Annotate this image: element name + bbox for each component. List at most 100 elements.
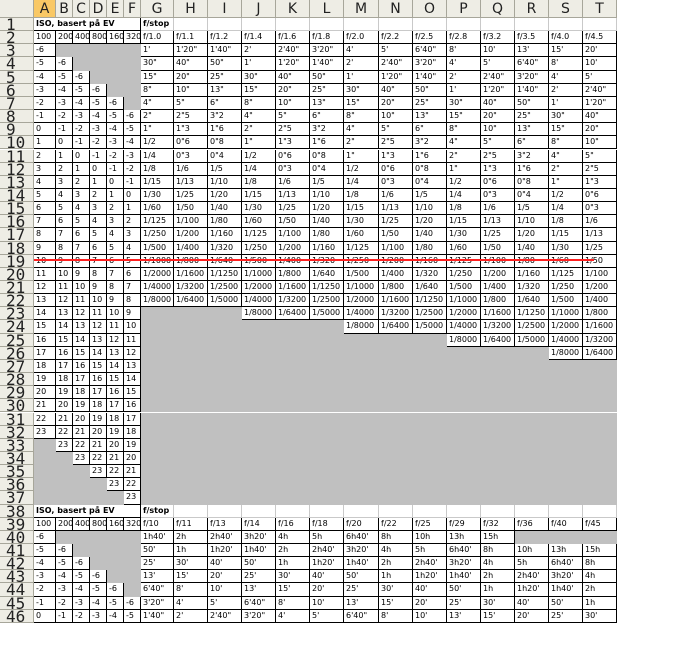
shutter-value[interactable]: 5" — [276, 110, 310, 124]
empty-cell[interactable] — [310, 438, 344, 452]
ev-value[interactable]: 12 — [124, 346, 141, 360]
shutter-value[interactable]: 1" — [447, 162, 481, 176]
ev-value[interactable]: 19 — [90, 412, 107, 426]
empty-cell[interactable] — [344, 412, 379, 426]
shutter-value[interactable]: 5' — [583, 70, 617, 84]
row-header-23[interactable]: 23 — [0, 307, 34, 321]
shutter-value[interactable]: 20' — [310, 583, 344, 597]
shutter-value[interactable]: 10' — [583, 57, 617, 71]
empty-cell[interactable] — [310, 465, 344, 479]
empty-cell[interactable] — [90, 530, 107, 544]
empty-cell[interactable] — [344, 451, 379, 466]
shutter-value[interactable]: 6'40" — [242, 596, 276, 610]
empty-cell[interactable] — [447, 491, 481, 505]
shutter-value[interactable]: 1/40 — [310, 215, 344, 229]
shutter-value[interactable]: 1" — [344, 149, 379, 163]
fstop-value[interactable]: f/4.5 — [583, 31, 617, 45]
empty-cell[interactable] — [56, 530, 73, 544]
shutter-value[interactable]: 8' — [549, 57, 583, 71]
empty-cell[interactable] — [208, 451, 242, 466]
ev-value[interactable]: -3 — [73, 110, 90, 124]
empty-cell[interactable] — [379, 346, 413, 360]
empty-cell[interactable] — [515, 438, 549, 452]
empty-cell[interactable] — [90, 57, 107, 71]
row-header-8[interactable]: 8 — [0, 110, 34, 124]
shutter-value[interactable]: 2' — [549, 83, 583, 97]
ev-value[interactable]: 6 — [90, 241, 107, 255]
empty-cell[interactable] — [107, 70, 124, 84]
shutter-value[interactable]: 4' — [447, 57, 481, 71]
shutter-value[interactable]: 1/1600 — [276, 281, 310, 295]
shutter-value[interactable]: 1/13 — [583, 228, 617, 242]
empty-cell[interactable] — [276, 386, 310, 400]
ev-value[interactable]: 7 — [124, 281, 141, 295]
shutter-value[interactable]: 0"6 — [481, 175, 515, 189]
shutter-value[interactable]: 1/6400 — [481, 333, 515, 347]
ev-value[interactable]: -3 — [107, 136, 124, 150]
shutter-value[interactable]: 5h — [413, 544, 447, 558]
column-header-q[interactable]: Q — [481, 0, 515, 18]
empty-cell[interactable] — [208, 373, 242, 387]
ev-value[interactable]: -5 — [73, 570, 90, 584]
ev-value[interactable]: 21 — [90, 438, 107, 452]
shutter-value[interactable]: 1/6400 — [583, 346, 617, 360]
ev-value[interactable]: 17 — [107, 399, 124, 413]
ev-value[interactable]: 7 — [90, 254, 107, 268]
shutter-value[interactable]: 0"3 — [174, 149, 208, 163]
empty-cell[interactable] — [583, 530, 617, 544]
ev-value[interactable]: -4 — [90, 110, 107, 124]
empty-cell[interactable] — [447, 373, 481, 387]
shutter-value[interactable]: 1/3200 — [276, 294, 310, 308]
shutter-value[interactable]: 1/30 — [344, 215, 379, 229]
empty-cell[interactable] — [174, 320, 208, 334]
empty-cell[interactable] — [107, 544, 124, 558]
shutter-value[interactable]: 6'40" — [344, 609, 379, 623]
ev-value[interactable]: 16 — [34, 333, 56, 347]
shutter-value[interactable]: 5' — [208, 596, 242, 610]
shutter-value[interactable]: 1/1000 — [344, 281, 379, 295]
empty-cell[interactable] — [107, 83, 124, 97]
shutter-value[interactable]: 10h — [515, 544, 549, 558]
iso-value[interactable]: 1600 — [107, 517, 124, 531]
ev-value[interactable]: 4 — [90, 215, 107, 229]
ev-value[interactable]: -3 — [34, 570, 56, 584]
empty-cell[interactable] — [107, 57, 124, 71]
empty-cell[interactable] — [276, 373, 310, 387]
shutter-value[interactable]: 6h40' — [447, 544, 481, 558]
shutter-value[interactable]: 1/10 — [310, 188, 344, 203]
row-header-25[interactable]: 25 — [0, 333, 34, 347]
empty-cell[interactable] — [481, 373, 515, 387]
shutter-value[interactable]: 8" — [242, 96, 276, 111]
ev-value[interactable]: -2 — [124, 162, 141, 176]
row-header-34[interactable]: 34 — [0, 451, 34, 466]
shutter-value[interactable]: 30" — [447, 96, 481, 111]
shutter-value[interactable]: 1/3200 — [174, 281, 208, 295]
ev-value[interactable]: 15 — [107, 373, 124, 387]
fstop-value[interactable]: f/14 — [242, 517, 276, 531]
shutter-value[interactable]: 1/2500 — [310, 294, 344, 308]
shutter-value[interactable]: 10" — [379, 110, 413, 124]
empty-cell[interactable] — [549, 491, 583, 505]
empty-cell[interactable] — [242, 438, 276, 452]
shutter-value[interactable]: 1"3 — [276, 136, 310, 150]
empty-cell[interactable] — [344, 399, 379, 413]
shutter-value[interactable]: 1/8 — [141, 162, 174, 176]
empty-cell[interactable] — [583, 438, 617, 452]
empty-cell[interactable] — [124, 583, 141, 597]
empty-cell[interactable] — [310, 386, 344, 400]
shutter-value[interactable]: 1/800 — [583, 307, 617, 321]
empty-cell[interactable] — [481, 399, 515, 413]
empty-cell[interactable] — [242, 346, 276, 360]
shutter-value[interactable]: 1/2500 — [413, 307, 447, 321]
column-header-s[interactable]: S — [549, 0, 583, 18]
ev-value[interactable]: 19 — [107, 425, 124, 439]
shutter-value[interactable]: 5h — [310, 530, 344, 544]
fstop-title[interactable]: f/stop — [141, 504, 174, 518]
ev-value[interactable]: 15 — [124, 386, 141, 400]
ev-value[interactable]: -2 — [34, 583, 56, 597]
row-header-29[interactable]: 29 — [0, 386, 34, 400]
ev-value[interactable]: 23 — [90, 465, 107, 479]
shutter-value[interactable]: 1/13 — [276, 188, 310, 203]
column-header-a[interactable]: A — [34, 0, 56, 18]
ev-value[interactable]: -6 — [73, 70, 90, 84]
